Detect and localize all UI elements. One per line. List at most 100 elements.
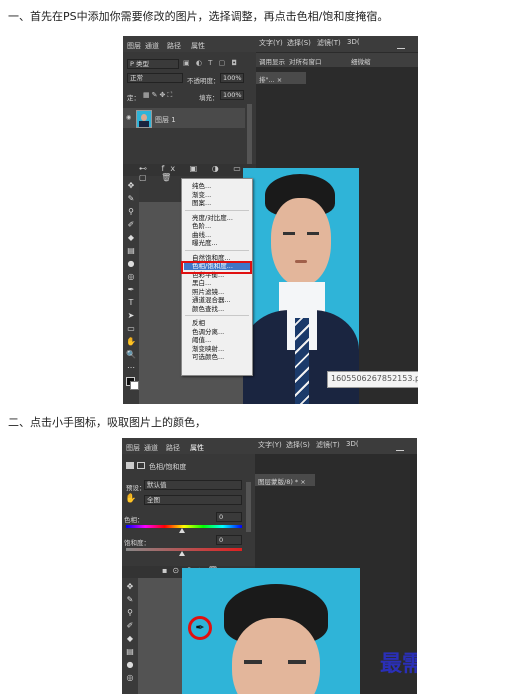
- adjust-menu-item[interactable]: 色阶...: [192, 222, 211, 230]
- brush-tool-icon-2[interactable]: ✎: [125, 595, 135, 605]
- adjust-menu-item[interactable]: 曲线...: [192, 231, 211, 239]
- portrait-photo: [243, 168, 359, 404]
- kind-filter-select[interactable]: P 类型: [127, 59, 179, 69]
- saturation-slider-thumb[interactable]: [179, 551, 185, 556]
- tab-channels[interactable]: 通道: [145, 41, 159, 51]
- hand-tool-icon[interactable]: ✋: [126, 337, 136, 347]
- photoshop-screenshot-2: 图层 通道 路径 属性 文字(Y) 选择(S) 滤镜(T) 3D( 色相/饱和度…: [122, 438, 417, 694]
- move-tool-icon[interactable]: ✥: [126, 181, 136, 191]
- more-tools-icon[interactable]: ⋯: [126, 363, 136, 373]
- adjustment-icon: [126, 462, 134, 469]
- blur-tool-icon[interactable]: ●: [126, 259, 136, 269]
- hue-slider-thumb[interactable]: [179, 528, 185, 533]
- option-all-windows-label[interactable]: 对所有窗口: [289, 56, 322, 66]
- menu-select-2[interactable]: 选择(S): [286, 440, 310, 450]
- menu-filter[interactable]: 滤镜(T): [317, 38, 341, 48]
- adjust-menu-item[interactable]: 黑白...: [192, 279, 211, 287]
- tab-layers-2[interactable]: 图层: [126, 443, 140, 453]
- text-tool-icon[interactable]: T: [126, 298, 136, 308]
- document-tab-label-2: 图层蒙版/8) * ×: [258, 478, 306, 486]
- minimize-icon-2[interactable]: [396, 450, 404, 451]
- tab-properties[interactable]: 属性: [191, 41, 205, 51]
- move-tool-icon-2[interactable]: ✥: [125, 582, 135, 592]
- saturation-value-field[interactable]: 0: [216, 535, 242, 545]
- eraser-tool-icon-2[interactable]: ◆: [125, 634, 135, 644]
- menu-type-2[interactable]: 文字(Y): [258, 440, 282, 450]
- watermark-logo: 最需教育: [380, 651, 417, 677]
- blur-tool-icon-2[interactable]: ●: [125, 660, 135, 670]
- adjust-menu-item[interactable]: 照片滤镜...: [192, 288, 224, 296]
- adjust-menu-item[interactable]: 颜色查找...: [192, 305, 224, 313]
- menu-separator: [185, 315, 249, 316]
- adjust-menu-item[interactable]: 阈值...: [192, 336, 211, 344]
- tab-paths[interactable]: 路径: [167, 41, 181, 51]
- dodge-tool-icon[interactable]: ◎: [126, 272, 136, 282]
- hue-value-field[interactable]: 0: [216, 512, 242, 522]
- lock-label: 定：: [127, 94, 140, 102]
- stamp-tool-icon-2[interactable]: ⚲: [125, 608, 135, 618]
- menu-separator: [185, 209, 249, 211]
- shape-tool-icon[interactable]: ▭: [126, 324, 136, 334]
- minimize-icon[interactable]: [397, 48, 405, 49]
- properties-scrollbar[interactable]: [246, 482, 251, 532]
- menu-type[interactable]: 文字(Y): [259, 38, 283, 48]
- pen-tool-icon[interactable]: ✒: [126, 285, 136, 295]
- adjust-menu-item[interactable]: 纯色...: [192, 182, 211, 190]
- filename-tooltip: 1605506267852153.png: [327, 371, 418, 388]
- layers-scrollbar[interactable]: [247, 104, 252, 164]
- fill-field[interactable]: 100%: [220, 90, 244, 100]
- adjust-menu-item[interactable]: 渐变...: [192, 191, 211, 199]
- eyedropper-icon[interactable]: ✒: [193, 621, 207, 635]
- visibility-eye-icon[interactable]: ◉: [126, 115, 132, 121]
- blend-mode-select[interactable]: 正常: [127, 73, 183, 83]
- fill-label: 填充：: [199, 94, 219, 102]
- dodge-tool-icon-2[interactable]: ◎: [125, 673, 135, 683]
- adjust-menu-item[interactable]: 通道混合器...: [192, 296, 231, 304]
- adjust-menu-item[interactable]: 可选颜色...: [192, 353, 224, 361]
- filter-icons[interactable]: ▣ ◐ T ▢ ◘: [183, 59, 251, 69]
- menu-3d-2[interactable]: 3D(: [346, 440, 359, 448]
- menu-filter-2[interactable]: 滤镜(T): [316, 440, 340, 450]
- adjust-menu-item[interactable]: 色调分离...: [192, 328, 224, 336]
- path-select-icon[interactable]: ➤: [126, 311, 136, 321]
- saturation-label: 饱和度：: [124, 539, 150, 547]
- tab-channels-2[interactable]: 通道: [144, 443, 158, 453]
- adjust-menu-item[interactable]: 图案...: [192, 199, 211, 207]
- step-1-caption: 一、首先在PS中添加你需要修改的图片，选择调整，再点击色相/饱和度掩宿。: [8, 10, 389, 23]
- targeted-adjust-hand-icon[interactable]: ✋: [125, 494, 136, 504]
- lock-icons[interactable]: ▦✎✥⛶: [143, 91, 185, 100]
- menu-separator: [185, 249, 249, 251]
- channel-select[interactable]: 全图: [144, 495, 242, 505]
- layer-thumbnail: [136, 110, 152, 128]
- adjust-menu-item[interactable]: 反相: [192, 319, 205, 327]
- mask-icon: [137, 462, 145, 469]
- gradient-tool-icon[interactable]: ▤: [126, 246, 136, 256]
- tab-properties-2[interactable]: 属性: [190, 443, 204, 453]
- background-color-swatch[interactable]: [130, 381, 139, 390]
- adjustment-menu: 纯色... 渐变... 图案... 亮度/对比度... 色阶... 曲线... 曝光度...…: [181, 178, 253, 376]
- preset-select[interactable]: 默认值: [144, 480, 242, 490]
- eraser-tool-icon[interactable]: ◆: [126, 233, 136, 243]
- adjust-menu-item[interactable]: 渐变映射...: [192, 345, 224, 353]
- option-show-label[interactable]: 调用显示: [259, 56, 285, 66]
- opacity-field[interactable]: 100%: [220, 73, 244, 83]
- properties-title: 色相/饱和度: [149, 463, 187, 471]
- adjust-menu-item[interactable]: 曝光度...: [192, 239, 218, 247]
- option-scrubby-label[interactable]: 细微缩: [351, 56, 371, 66]
- preset-label: 预设：: [126, 484, 146, 492]
- hue-label: 色相：: [124, 516, 144, 524]
- tab-paths-2[interactable]: 路径: [166, 443, 180, 453]
- brush-tool-icon[interactable]: ✎: [126, 194, 136, 204]
- tab-layers[interactable]: 图层: [127, 41, 141, 51]
- menu-3d[interactable]: 3D(: [347, 38, 360, 46]
- document-tab-label: 排"... ×: [259, 76, 283, 84]
- history-brush-icon-2[interactable]: ✐: [125, 621, 135, 631]
- adjust-menu-item[interactable]: 亮度/对比度...: [192, 214, 233, 222]
- layer-name[interactable]: 图层 1: [155, 115, 176, 125]
- history-brush-icon[interactable]: ✐: [126, 220, 136, 230]
- stamp-tool-icon[interactable]: ⚲: [126, 207, 136, 217]
- gradient-tool-icon-2[interactable]: ▤: [125, 647, 135, 657]
- zoom-tool-icon[interactable]: 🔍: [126, 350, 136, 360]
- menu-select[interactable]: 选择(S): [287, 38, 311, 48]
- layer-footer-icons[interactable]: ⊷ fx ▣ ◑ ▭ ▢ 🗑: [139, 164, 257, 182]
